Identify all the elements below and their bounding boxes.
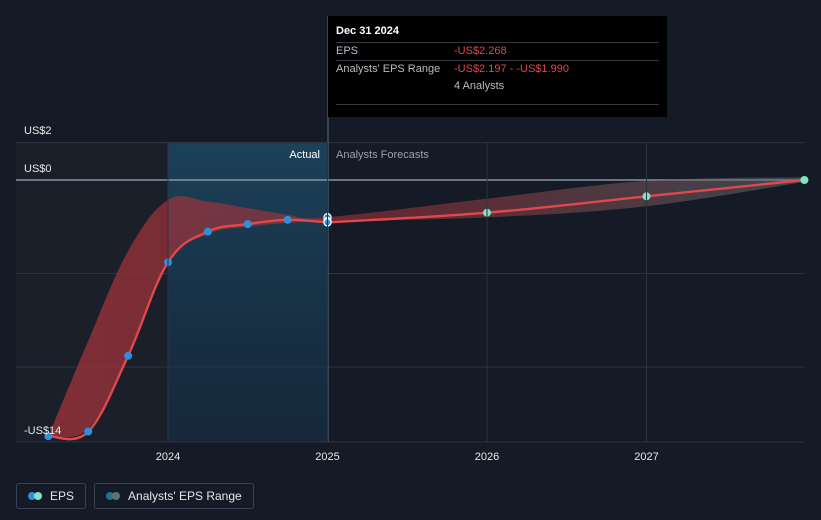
tooltip-eps-label: EPS	[336, 45, 359, 57]
tooltip-eps-value: -US$2.268	[454, 45, 507, 57]
tooltip-eps-row: EPS -US$2.268	[336, 42, 659, 60]
y-label-zero: US$0	[24, 163, 52, 175]
legend-eps-label: EPS	[50, 489, 75, 503]
eps-point[interactable]	[243, 220, 252, 229]
actual-shade	[168, 142, 328, 442]
tooltip-divider	[336, 104, 659, 105]
eps-swatch-icon	[28, 492, 42, 500]
x-tick-label: 2025	[315, 451, 339, 463]
tooltip-analysts: 4 Analysts	[454, 80, 505, 92]
forecast-point[interactable]	[800, 176, 809, 184]
tooltip-range-row: Analysts' EPS Range -US$2.197 - -US$1.99…	[336, 60, 659, 78]
tooltip-date: Dec 31 2024	[336, 25, 399, 37]
y-label-top: US$2	[24, 125, 52, 137]
forecast-label: Analysts Forecasts	[336, 149, 429, 161]
tooltip-range-value: -US$2.197 - -US$1.990	[454, 63, 569, 75]
x-tick-label: 2027	[634, 451, 658, 463]
eps-point[interactable]	[283, 215, 292, 224]
tooltip-range-label: Analysts' EPS Range	[336, 63, 441, 75]
eps-tooltip: Dec 31 2024 EPS -US$2.268 Analysts' EPS …	[328, 16, 667, 117]
range-swatch-icon	[106, 492, 121, 500]
x-tick-label: 2024	[156, 451, 180, 463]
eps-point[interactable]	[124, 351, 133, 360]
tooltip-analysts-row: 4 Analysts	[336, 78, 659, 95]
legend-range-label: Analysts' EPS Range	[128, 489, 242, 503]
x-tick-label: 2026	[475, 451, 499, 463]
eps-point[interactable]	[203, 227, 212, 236]
y-label-bottom: -US$14	[24, 425, 61, 437]
legend: EPS Analysts' EPS Range	[16, 483, 254, 509]
actual-label: Actual	[289, 149, 320, 161]
legend-eps[interactable]: EPS	[16, 483, 87, 509]
legend-range[interactable]: Analysts' EPS Range	[94, 483, 254, 509]
eps-point[interactable]	[84, 427, 93, 436]
